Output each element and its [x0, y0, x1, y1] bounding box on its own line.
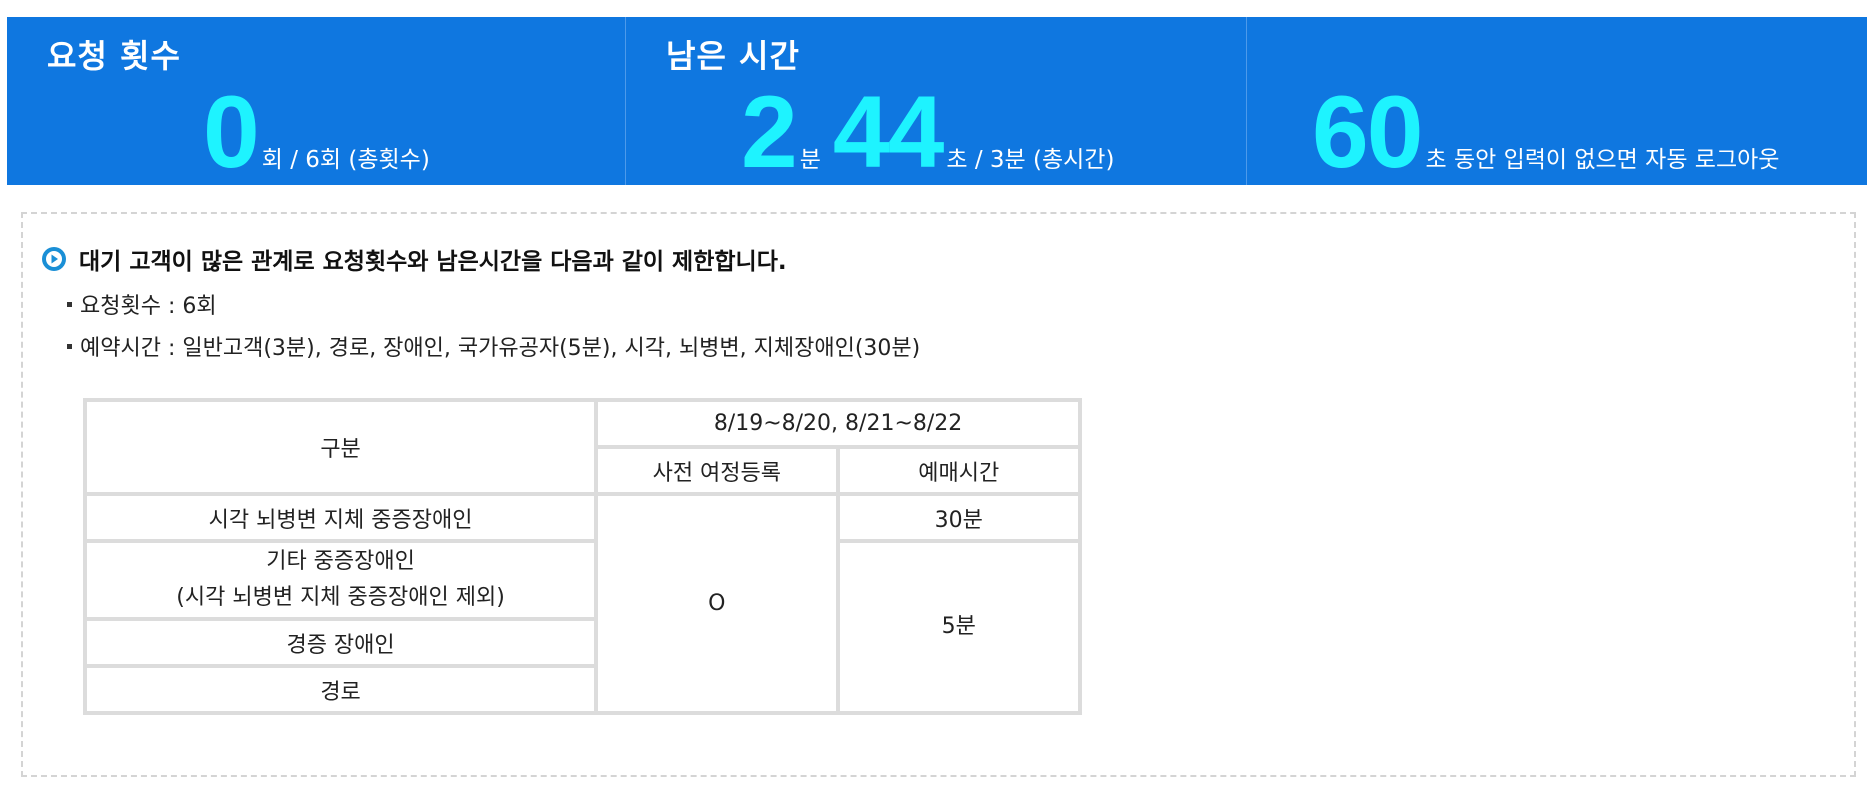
remaining-seconds-value: 44	[832, 75, 944, 189]
booking-time-severe: 30분	[835, 492, 1082, 543]
play-circle-icon	[42, 247, 66, 271]
row-category-other-severe-line1: 기타 중증장애인	[266, 549, 415, 574]
auto-logout-seconds: 60	[1312, 75, 1423, 189]
request-count-value: 0	[203, 75, 260, 189]
bullet-request-limit: 요청횟수 : 6회	[67, 288, 217, 320]
session-status-banner: 요청 횟수 0 회 / 6회 (총횟수) 남은 시간 2 분 44 초 / 3분…	[7, 17, 1867, 185]
bullet-time-limit-text: 예약시간 : 일반고객(3분), 경로, 장애인, 국가유공자(5분), 시각,…	[80, 336, 921, 361]
notice-headline-text: 대기 고객이 많은 관계로 요청횟수와 남은시간을 다음과 같이 제한합니다.	[79, 249, 787, 275]
bullet-square-icon	[67, 301, 72, 307]
time-limit-table: 구분 8/19~8/20, 8/21~8/22 사전 여정등록 예매시간 시각 …	[82, 398, 1082, 715]
header-date-range: 8/19~8/20, 8/21~8/22	[594, 398, 1082, 449]
row-category-severe: 시각 뇌병변 지체 중증장애인	[82, 492, 599, 543]
remaining-minutes-unit: 분	[799, 147, 821, 173]
row-category-other-severe: 기타 중증장애인 (시각 뇌병변 지체 중증장애인 제외)	[82, 539, 599, 621]
notice-box: 대기 고객이 많은 관계로 요청횟수와 남은시간을 다음과 같이 제한합니다. …	[21, 212, 1856, 777]
request-count-panel: 요청 횟수 0 회 / 6회 (총횟수)	[7, 17, 626, 185]
remaining-time-suffix: 초 / 3분 (총시간)	[946, 147, 1115, 173]
remaining-minutes-value: 2	[741, 75, 798, 189]
request-count-stat: 0 회 / 6회 (총횟수)	[203, 75, 430, 189]
row-category-mild: 경증 장애인	[82, 617, 599, 668]
preregister-mark: O	[594, 492, 840, 715]
row-category-other-severe-line2: (시각 뇌병변 지체 중증장애인 제외)	[176, 585, 505, 610]
header-booking-time: 예매시간	[835, 445, 1082, 496]
auto-logout-stat: 60 초 동안 입력이 없으면 자동 로그아웃	[1312, 75, 1780, 189]
request-count-title: 요청 횟수	[47, 37, 181, 75]
request-count-suffix: 회 / 6회 (총횟수)	[261, 147, 430, 173]
remaining-time-title: 남은 시간	[666, 37, 800, 75]
bullet-request-limit-text: 요청횟수 : 6회	[80, 294, 217, 319]
row-category-senior: 경로	[82, 664, 599, 715]
auto-logout-text: 초 동안 입력이 없으면 자동 로그아웃	[1425, 147, 1780, 173]
remaining-time-panel: 남은 시간 2 분 44 초 / 3분 (총시간)	[626, 17, 1247, 185]
bullet-square-icon	[67, 343, 72, 349]
table-row: 기타 중증장애인 (시각 뇌병변 지체 중증장애인 제외) 5분	[82, 539, 1082, 715]
notice-headline: 대기 고객이 많은 관계로 요청횟수와 남은시간을 다음과 같이 제한합니다.	[41, 242, 787, 276]
booking-time-others: 5분	[835, 539, 1082, 715]
table-row: 시각 뇌병변 지체 중증장애인 O 30분	[82, 492, 1082, 715]
header-preregister: 사전 여정등록	[594, 445, 840, 496]
bullet-time-limit: 예약시간 : 일반고객(3분), 경로, 장애인, 국가유공자(5분), 시각,…	[67, 330, 920, 362]
header-category: 구분	[82, 398, 599, 496]
auto-logout-panel: 60 초 동안 입력이 없으면 자동 로그아웃	[1247, 17, 1867, 185]
remaining-time-stat: 2 분 44 초 / 3분 (총시간)	[741, 75, 1115, 189]
